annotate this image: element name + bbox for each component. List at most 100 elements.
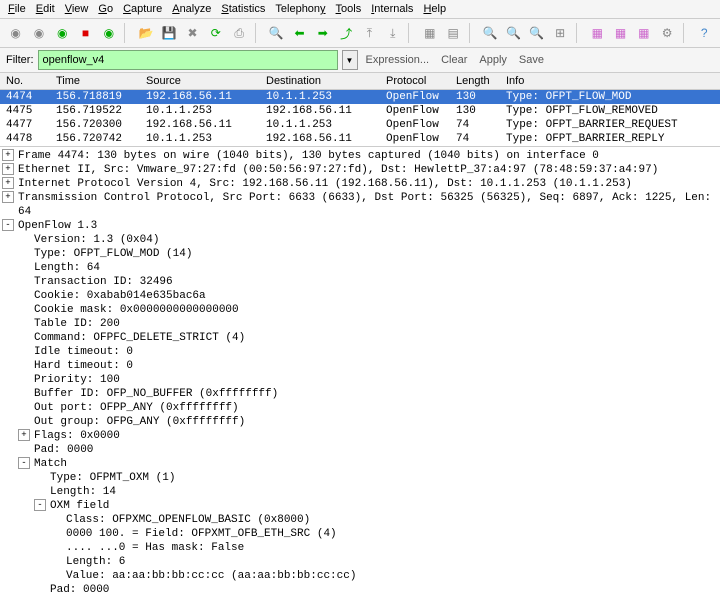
- detail-of-field-text: Idle timeout: 0: [34, 345, 133, 359]
- col-no[interactable]: No.: [0, 73, 50, 90]
- expand-icon[interactable]: +: [2, 191, 14, 203]
- menu-view[interactable]: View: [65, 3, 89, 15]
- toolbar-separator: [683, 23, 689, 43]
- detail-match[interactable]: -Match: [2, 457, 718, 471]
- stop-button[interactable]: ■: [76, 23, 95, 43]
- filter-apply-button[interactable]: Apply: [475, 54, 511, 66]
- detail-frame[interactable]: +Frame 4474: 130 bytes on wire (1040 bit…: [2, 149, 718, 163]
- packet-cell-time: 156.718819: [50, 90, 140, 105]
- last-button[interactable]: ⤓: [383, 23, 402, 43]
- reload-button[interactable]: ⟳: [206, 23, 225, 43]
- filter-label: Filter:: [6, 54, 34, 66]
- find-button[interactable]: 🔍: [267, 23, 286, 43]
- detail-of-field: Idle timeout: 0: [2, 345, 718, 359]
- col-time[interactable]: Time: [50, 73, 140, 90]
- packet-cell-info: Type: OFPT_FLOW_REMOVED: [500, 104, 720, 118]
- filter-expression-button[interactable]: Expression...: [362, 54, 434, 66]
- packet-cell-len: 130: [450, 104, 500, 118]
- detail-ethernet[interactable]: +Ethernet II, Src: Vmware_97:27:fd (00:5…: [2, 163, 718, 177]
- expand-icon[interactable]: +: [2, 177, 14, 189]
- col-info[interactable]: Info: [500, 73, 720, 90]
- interfaces-button[interactable]: ◉: [6, 23, 25, 43]
- detail-flags[interactable]: +Flags: 0x0000: [2, 429, 718, 443]
- col-source[interactable]: Source: [140, 73, 260, 90]
- first-button[interactable]: ⤒: [360, 23, 379, 43]
- menu-go[interactable]: Go: [98, 3, 113, 15]
- packet-cell-len: 74: [450, 132, 500, 146]
- menu-analyze[interactable]: Analyze: [172, 3, 211, 15]
- help-button[interactable]: ?: [695, 23, 714, 43]
- packet-row[interactable]: 4477156.720300192.168.56.1110.1.1.253Ope…: [0, 118, 720, 132]
- col-protocol[interactable]: Protocol: [380, 73, 450, 90]
- detail-oxm-text: OXM field: [50, 499, 109, 513]
- menu-file[interactable]: File: [8, 3, 26, 15]
- detail-of-field: Cookie mask: 0x0000000000000000: [2, 303, 718, 317]
- detail-of-field: Out group: OFPG_ANY (0xffffffff): [2, 415, 718, 429]
- packet-row[interactable]: 4475156.71952210.1.1.253192.168.56.11Ope…: [0, 104, 720, 118]
- start-button[interactable]: ◉: [53, 23, 72, 43]
- packet-cell-info: Type: OFPT_FLOW_MOD: [500, 90, 720, 105]
- jump-button[interactable]: ⤴: [336, 23, 355, 43]
- collapse-icon[interactable]: -: [18, 457, 30, 469]
- detail-oxm-field-text: Value: aa:aa:bb:bb:cc:cc (aa:aa:bb:bb:cc…: [66, 569, 356, 583]
- save-button[interactable]: 💾: [160, 23, 179, 43]
- capture-filters-button[interactable]: ▦: [588, 23, 607, 43]
- packet-cell-dst: 10.1.1.253: [260, 118, 380, 132]
- detail-of-field: Type: OFPT_FLOW_MOD (14): [2, 247, 718, 261]
- packet-cell-proto: OpenFlow: [380, 104, 450, 118]
- menu-edit[interactable]: Edit: [36, 3, 55, 15]
- packet-cell-src: 192.168.56.11: [140, 118, 260, 132]
- filter-save-button[interactable]: Save: [515, 54, 548, 66]
- zoom-in-button[interactable]: 🔍: [481, 23, 500, 43]
- filter-dropdown-icon[interactable]: ▼: [342, 50, 358, 70]
- detail-oxm[interactable]: -OXM field: [2, 499, 718, 513]
- detail-ip[interactable]: + Internet Protocol Version 4, Src: 192.1…: [2, 177, 718, 191]
- filter-clear-button[interactable]: Clear: [437, 54, 471, 66]
- packet-row[interactable]: 4474156.718819192.168.56.1110.1.1.253Ope…: [0, 90, 720, 105]
- menu-help[interactable]: Help: [423, 3, 446, 15]
- detail-pad: Pad: 0000: [2, 443, 718, 457]
- forward-button[interactable]: ➡: [313, 23, 332, 43]
- packet-cell-dst: 192.168.56.11: [260, 132, 380, 146]
- close-button[interactable]: ✖: [183, 23, 202, 43]
- options-button[interactable]: ◉: [29, 23, 48, 43]
- menu-capture[interactable]: Capture: [123, 3, 162, 15]
- zoom-100-button[interactable]: 🔍: [527, 23, 546, 43]
- autoscroll-button[interactable]: ▤: [443, 23, 462, 43]
- detail-tcp[interactable]: +Transmission Control Protocol, Src Port…: [2, 191, 718, 219]
- collapse-icon[interactable]: -: [34, 499, 46, 511]
- menu-telephony[interactable]: Telephony: [275, 3, 325, 15]
- display-filters-button[interactable]: ▦: [611, 23, 630, 43]
- detail-ip-text: Internet Protocol Version 4, Src: 192.16…: [18, 177, 632, 191]
- packet-cell-no: 4474: [0, 90, 50, 105]
- resize-button[interactable]: ⊞: [550, 23, 569, 43]
- toolbar-separator: [124, 23, 130, 43]
- packet-cell-proto: OpenFlow: [380, 118, 450, 132]
- prefs-button[interactable]: ⚙: [657, 23, 676, 43]
- detail-of-field-text: Version: 1.3 (0x04): [34, 233, 159, 247]
- detail-openflow[interactable]: -OpenFlow 1.3: [2, 219, 718, 233]
- menu-tools[interactable]: Tools: [336, 3, 362, 15]
- packet-cell-proto: OpenFlow: [380, 132, 450, 146]
- filter-input[interactable]: [38, 50, 338, 70]
- collapse-icon[interactable]: -: [2, 219, 14, 231]
- expand-icon[interactable]: +: [2, 149, 14, 161]
- menu-statistics[interactable]: Statistics: [221, 3, 265, 15]
- print-button[interactable]: ⎙: [229, 23, 248, 43]
- restart-button[interactable]: ◉: [99, 23, 118, 43]
- detail-of-field-text: Command: OFPFC_DELETE_STRICT (4): [34, 331, 245, 345]
- coloring-rules-button[interactable]: ▦: [634, 23, 653, 43]
- open-button[interactable]: 📂: [136, 23, 155, 43]
- packet-row[interactable]: 4478156.72074210.1.1.253192.168.56.11Ope…: [0, 132, 720, 146]
- col-destination[interactable]: Destination: [260, 73, 380, 90]
- expand-icon[interactable]: +: [2, 163, 14, 175]
- menu-internals[interactable]: Internals: [371, 3, 413, 15]
- packet-list: No. Time Source Destination Protocol Len…: [0, 73, 720, 147]
- colorize-button[interactable]: ▦: [420, 23, 439, 43]
- zoom-out-button[interactable]: 🔍: [504, 23, 523, 43]
- expand-icon[interactable]: +: [18, 429, 30, 441]
- back-button[interactable]: ⬅: [290, 23, 309, 43]
- packet-cell-src: 192.168.56.11: [140, 90, 260, 105]
- col-length[interactable]: Length: [450, 73, 500, 90]
- detail-oxm-field: 0000 100. = Field: OFPXMT_OFB_ETH_SRC (4…: [2, 527, 718, 541]
